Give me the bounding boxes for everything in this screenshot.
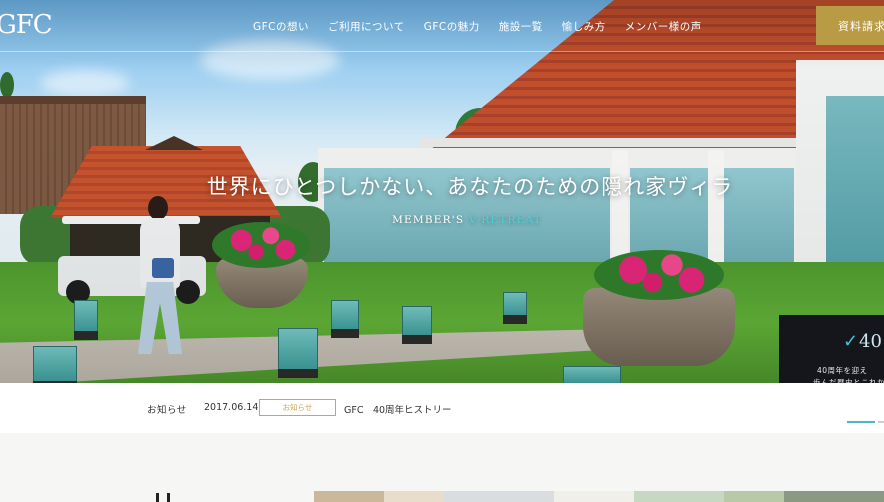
banner-line-1: 40周年を迎え [817, 366, 868, 375]
banner-mark: 40 [859, 331, 882, 352]
photo-thumbnail [784, 491, 884, 502]
photo-thumbnail [314, 491, 384, 502]
nav-item-enjoy[interactable]: 愉しみ方 [562, 19, 606, 34]
section-heading-fragment [156, 490, 186, 502]
photo-strip [314, 491, 884, 502]
site-logo[interactable]: GFC [0, 10, 53, 40]
news-link[interactable]: GFC 40周年ヒストリー [344, 402, 452, 416]
photo-thumbnail [384, 491, 444, 502]
hero-subtitle-vretreat: V-RETREAT [468, 214, 542, 226]
photo-thumbnail [444, 491, 554, 502]
news-bar: お知らせ 2017.06.14 お知らせ GFC 40周年ヒストリー [0, 383, 884, 433]
news-category-badge: お知らせ [259, 399, 336, 416]
hero-subtitle-member: MEMBER'S [392, 214, 469, 226]
nav-item-appeal[interactable]: GFCの魅力 [424, 19, 480, 34]
main-nav: GFCの想い ご利用について GFCの魅力 施設一覧 愉しみ方 メンバー様の声 [253, 19, 721, 34]
nav-item-member-voices[interactable]: メンバー様の声 [625, 19, 702, 34]
request-brochure-button[interactable]: 資料請求 [816, 6, 884, 45]
slider-indicator-active[interactable] [847, 421, 875, 423]
site-header: GFC GFCの想い ご利用について GFCの魅力 施設一覧 愉しみ方 メンバー… [0, 0, 884, 52]
nav-item-facilities[interactable]: 施設一覧 [499, 19, 543, 34]
hero-subtitle: MEMBER'S V-RETREAT [0, 214, 884, 226]
photo-thumbnail [634, 491, 724, 502]
news-date: 2017.06.14 [204, 402, 259, 413]
slider-indicator[interactable] [878, 421, 884, 423]
checkmark-icon: ✓ [843, 331, 859, 352]
nav-item-usage[interactable]: ご利用について [328, 19, 405, 34]
photo-thumbnail [724, 491, 784, 502]
hero-title: 世界にひとつしかない、あなたのための隠れ家ヴィラ [206, 175, 734, 199]
nav-item-philosophy[interactable]: GFCの想い [253, 19, 309, 34]
news-label: お知らせ [147, 405, 187, 416]
photo-thumbnail [554, 491, 634, 502]
